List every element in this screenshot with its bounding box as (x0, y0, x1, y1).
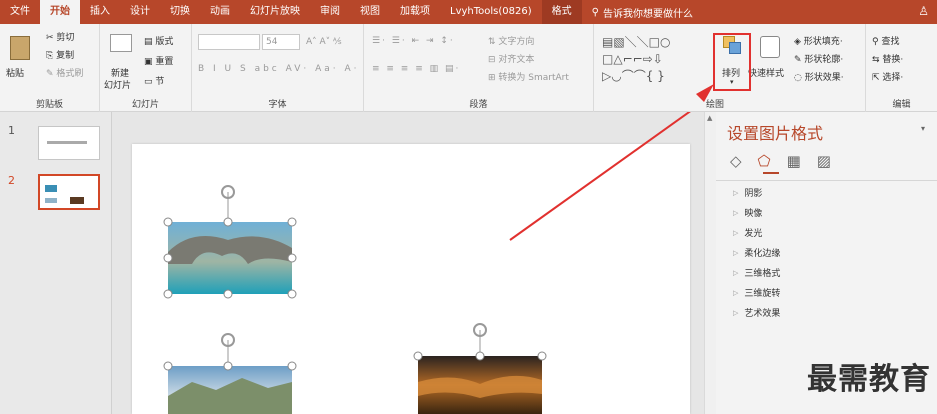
vertical-scrollbar[interactable]: ▲ (704, 112, 716, 414)
pane-tabs-underline (763, 172, 779, 174)
reset-button[interactable]: ▣ 重置 (144, 54, 173, 67)
tab-animations[interactable]: 动画 (200, 0, 240, 24)
expand-icon: ▷ (733, 268, 739, 277)
slides-group: 新建 幻灯片 ▤ 版式 ▣ 重置 ▭ 节 幻灯片 (100, 24, 192, 112)
shape-outline-button[interactable]: ✎ 形状轮廓· (794, 52, 843, 65)
expand-icon: ▷ (733, 208, 739, 217)
shape-fill-button[interactable]: ◈ 形状填充· (794, 34, 843, 47)
clipboard-group: 粘贴 ✂ 剪切 ⎘ 复制 ✎ 格式刷 剪贴板 (0, 24, 100, 112)
tab-insert[interactable]: 插入 (80, 0, 120, 24)
replace-button[interactable]: ⇆ 替换· (872, 52, 903, 65)
slide-thumbnail-2[interactable] (38, 174, 100, 210)
picture-icon[interactable]: ▨ (817, 152, 831, 170)
editing-group-label: 编辑 (892, 100, 911, 110)
expand-icon: ▷ (733, 308, 739, 317)
cut-button[interactable]: ✂ 剪切 (46, 30, 74, 43)
slide-number-2: 2 (8, 174, 15, 187)
pane-item-shadow[interactable]: ▷ 阴影 (733, 186, 762, 200)
paste-button[interactable]: 粘贴 (6, 66, 24, 79)
slide-2-image-thumb-a (45, 185, 57, 192)
pane-item-soft-edges[interactable]: ▷ 柔化边缘 (733, 246, 780, 260)
tab-lvyhtools[interactable]: LvyhTools(0826) (440, 0, 542, 24)
bullets-icons[interactable]: ☰· ☰· ⇤ ⇥ ↕· (372, 36, 455, 46)
convert-smartart-button[interactable]: ⊞ 转换为 SmartArt (488, 70, 569, 83)
tell-me-text: 告诉我你想要做什么 (602, 8, 693, 20)
slide-2-image-thumb-c (70, 197, 84, 204)
text-direction-button[interactable]: ⇅ 文字方向 (488, 34, 534, 47)
pane-options-icon[interactable]: ▾ (921, 124, 925, 133)
account-icon[interactable]: ♙ (918, 4, 929, 18)
slide-1-text-preview (47, 141, 87, 144)
tab-transitions[interactable]: 切换 (160, 0, 200, 24)
slides-group-label: 幻灯片 (131, 100, 159, 110)
paragraph-group-label: 段落 (469, 100, 488, 110)
ribbon: 粘贴 ✂ 剪切 ⎘ 复制 ✎ 格式刷 剪贴板 新建 幻灯片 ▤ 版式 ▣ 重置 … (0, 24, 937, 112)
pane-item-artistic-effects[interactable]: ▷ 艺术效果 (733, 306, 780, 320)
font-group-label: 字体 (268, 100, 287, 110)
font-size-box[interactable]: 54 (262, 34, 300, 50)
annotation-arrow (509, 112, 691, 241)
pane-divider (716, 180, 937, 181)
pane-item-reflection[interactable]: ▷ 映像 (733, 206, 762, 220)
format-painter-button[interactable]: ✎ 格式刷 (46, 66, 83, 79)
pane-item-glow[interactable]: ▷ 发光 (733, 226, 762, 240)
slide-thumbnail-1[interactable] (38, 126, 100, 160)
alignment-icons[interactable]: ≡ ≡ ≡ ≡ ▥ ▤· (372, 64, 460, 74)
tab-file[interactable]: 文件 (0, 0, 40, 24)
find-button[interactable]: ⚲ 查找 (872, 34, 899, 47)
font-format-icons[interactable]: B I U S abc AV· Aa· A· (198, 64, 359, 74)
tab-format[interactable]: 格式 (541, 0, 582, 24)
font-name-box[interactable] (198, 34, 260, 50)
shape-effects-button[interactable]: ◌ 形状效果· (794, 70, 844, 83)
slide-2-image-thumb-b (45, 198, 57, 203)
new-slide-button-line2[interactable]: 幻灯片 (104, 78, 131, 91)
pane-item-3d-rotation[interactable]: ▷ 三维旋转 (733, 286, 780, 300)
clipboard-group-label: 剪贴板 (35, 100, 63, 110)
grow-font-icon[interactable]: A˄ A˅ ⅍ (306, 36, 342, 47)
fill-line-icon[interactable]: ◇ (730, 152, 742, 170)
quick-styles-icon[interactable] (760, 36, 780, 58)
editing-group: ⚲ 查找 ⇆ 替换· ⇱ 选择· 编辑 (866, 24, 937, 112)
shapes-gallery[interactable]: ▤▧＼＼□○ □△⌐⌐⇨⇩ ▷◡⌒⌒{ } (602, 34, 671, 85)
paste-icon[interactable] (10, 36, 30, 60)
tab-design[interactable]: 设计 (120, 0, 160, 24)
tab-slideshow[interactable]: 幻灯片放映 (240, 0, 310, 24)
layout-button[interactable]: ▤ 版式 (144, 34, 173, 47)
size-properties-icon[interactable]: ▦ (787, 152, 801, 170)
slide-canvas (112, 112, 704, 414)
new-slide-icon[interactable] (110, 34, 132, 52)
format-picture-pane-title: 设置图片格式 (727, 124, 824, 143)
slide-thumbnail-pane: 1 2 (0, 112, 112, 414)
font-group: 54 A˄ A˅ ⅍ B I U S abc AV· Aa· A· 字体 (192, 24, 364, 112)
pane-icon-tabs: ◇ ⬠ ▦ ▨ (730, 152, 831, 170)
select-button[interactable]: ⇱ 选择· (872, 70, 903, 83)
tab-addins[interactable]: 加载项 (390, 0, 440, 24)
quick-styles-button[interactable]: 快速样式 (748, 66, 784, 79)
pane-item-3d-format[interactable]: ▷ 三维格式 (733, 266, 780, 280)
watermark: 最需教育 (807, 362, 931, 397)
section-button[interactable]: ▭ 节 (144, 74, 164, 87)
drawing-group-label: 绘图 (706, 100, 725, 110)
tab-review[interactable]: 审阅 (310, 0, 350, 24)
tab-view[interactable]: 视图 (350, 0, 390, 24)
tab-home[interactable]: 开始 (40, 0, 80, 24)
paragraph-group: ☰· ☰· ⇤ ⇥ ↕· ≡ ≡ ≡ ≡ ▥ ▤· ⇅ 文字方向 ⊟ 对齐文本 … (364, 24, 594, 112)
scroll-up-arrow[interactable]: ▲ (707, 114, 712, 122)
expand-icon: ▷ (733, 288, 739, 297)
expand-icon: ▷ (733, 248, 739, 257)
effects-icon[interactable]: ⬠ (758, 152, 771, 170)
lightbulb-icon: ⚲ (591, 6, 599, 18)
ribbon-tab-bar: 文件 开始 插入 设计 切换 动画 幻灯片放映 审阅 视图 加载项 LvyhTo… (0, 0, 937, 24)
expand-icon: ▷ (733, 188, 739, 197)
expand-icon: ▷ (733, 228, 739, 237)
tell-me-box[interactable]: ⚲ 告诉我你想要做什么 (592, 5, 693, 20)
copy-button[interactable]: ⎘ 复制 (46, 48, 74, 61)
slide-number-1: 1 (8, 124, 15, 137)
align-text-button[interactable]: ⊟ 对齐文本 (488, 52, 534, 65)
